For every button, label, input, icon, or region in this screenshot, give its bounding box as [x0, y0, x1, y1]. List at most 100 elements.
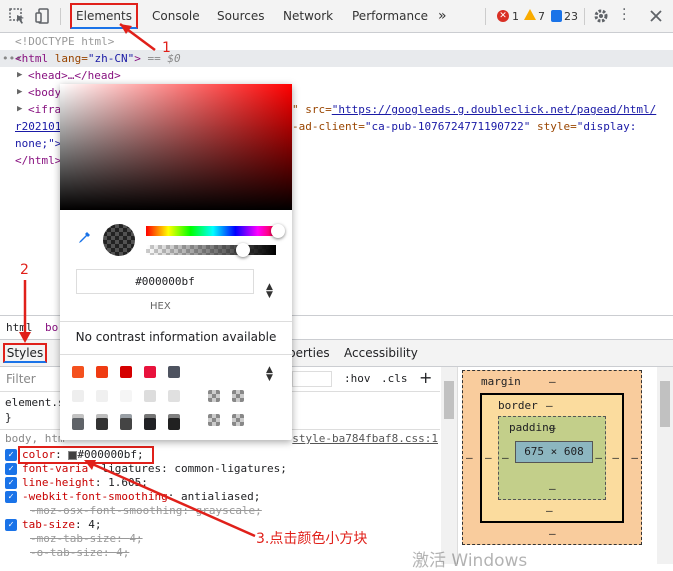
tab-console[interactable]: Console — [152, 0, 200, 33]
expand-triangle-icon[interactable]: ▶ — [17, 84, 22, 101]
scrollbar-thumb[interactable] — [660, 381, 670, 427]
more-tabs-button[interactable]: » — [438, 0, 447, 33]
body-node[interactable]: <body — [28, 84, 61, 101]
overridden-declaration[interactable]: -moz-tab-size: 4; — [30, 532, 143, 546]
expand-triangle-icon[interactable]: ▶ — [17, 101, 22, 118]
attr-ad-client: -ad-client= — [292, 120, 365, 133]
element-style-selector[interactable]: element.s — [5, 396, 65, 410]
rule-checkbox[interactable]: ✓ — [5, 491, 17, 503]
palette-swatch[interactable] — [120, 418, 132, 430]
palette-swatch-transparent[interactable] — [208, 414, 220, 426]
palette-swatch-transparent[interactable] — [232, 414, 244, 426]
palette-swatch[interactable] — [120, 366, 132, 378]
close-icon[interactable] — [647, 7, 665, 25]
declaration[interactable]: -webkit-font-smoothing: antialiased; — [22, 490, 260, 504]
alpha-slider-handle[interactable] — [236, 243, 250, 257]
annotation-3: 3.点击颜色小方块 — [256, 531, 368, 547]
tab-elements[interactable]: Elements — [70, 3, 138, 29]
palette-swatch[interactable] — [144, 390, 156, 402]
rule-checkbox[interactable]: ✓ — [5, 463, 17, 475]
tab-properties[interactable]: perties — [288, 346, 330, 360]
palette-swatch[interactable] — [72, 418, 84, 430]
settings-gear-icon[interactable] — [592, 7, 610, 25]
devtools-toolbar: Elements Console Sources Network Perform… — [0, 0, 673, 33]
prop-value[interactable]: #000000bf; — [77, 448, 143, 461]
saturation-area[interactable] — [60, 84, 292, 210]
rule-checkbox[interactable]: ✓ — [5, 449, 17, 461]
prop-name: -moz-tab-size — [30, 532, 117, 545]
rule-checkbox[interactable]: ✓ — [5, 477, 17, 489]
filter-box[interactable] — [292, 371, 332, 387]
body-rule-selector[interactable]: body, htm — [5, 432, 65, 446]
styles-scrollbar[interactable] — [441, 367, 457, 564]
overridden-declaration[interactable]: -o-tab-size: 4; — [30, 546, 129, 560]
inspect-element-icon[interactable] — [8, 7, 26, 25]
rule-checkbox[interactable]: ✓ — [5, 519, 17, 531]
filter-input[interactable]: Filter — [6, 372, 36, 386]
tab-sources[interactable]: Sources — [217, 0, 264, 33]
padding-top: – — [549, 421, 556, 434]
palette-swatch[interactable] — [144, 366, 156, 378]
iframe-attrs: -ad-client="ca-pub-1076724771190722" sty… — [292, 118, 636, 135]
declaration[interactable]: line-height: 1.605; — [22, 476, 148, 490]
palette-swatch[interactable] — [96, 366, 108, 378]
tab-network[interactable]: Network — [283, 0, 333, 33]
palette-swatch[interactable] — [96, 390, 108, 402]
add-rule-button[interactable]: + — [419, 368, 432, 387]
breadcrumb-html[interactable]: html — [6, 321, 33, 334]
scrollbar-thumb[interactable] — [444, 381, 454, 419]
stylesheet-link[interactable]: style-ba784fbaf8.css:1 — [292, 432, 438, 446]
eyedropper-icon[interactable] — [76, 230, 92, 246]
palette-toggle-icon[interactable]: ▲ ▼ — [266, 366, 273, 383]
more-options-icon[interactable]: · · · — [622, 3, 626, 27]
prop-value[interactable]: antialiased; — [181, 490, 260, 503]
palette-swatch[interactable] — [72, 390, 84, 402]
tab-performance[interactable]: Performance — [352, 0, 428, 33]
palette-swatch[interactable] — [168, 418, 180, 430]
palette-swatch[interactable] — [144, 418, 156, 430]
declaration[interactable]: font-varia ligatures: common-ligatures; — [22, 462, 287, 476]
boxmodel-scrollbar[interactable] — [657, 367, 673, 564]
declaration[interactable]: tab-size: 4; — [22, 518, 101, 532]
cls-button[interactable]: .cls — [381, 372, 408, 385]
html-close-node[interactable]: </html> — [15, 152, 61, 169]
error-count[interactable]: 1 — [512, 0, 519, 33]
palette-swatch-transparent[interactable] — [232, 390, 244, 402]
html-node[interactable]: <html lang="zh-CN"> == $0 — [15, 50, 181, 67]
iframe-src-link[interactable]: "https://googleads.g.doubleclick.net/pag… — [332, 103, 657, 116]
padding-box[interactable]: padding – – – – 675 × 608 — [498, 416, 606, 500]
palette-swatch[interactable] — [120, 390, 132, 402]
breadcrumb-body[interactable]: bo — [45, 321, 58, 334]
iframe-src[interactable]: " src="https://googleads.g.doubleclick.n… — [292, 101, 656, 118]
palette-swatch[interactable] — [168, 390, 180, 402]
hue-slider-handle[interactable] — [271, 224, 285, 238]
palette-swatch[interactable] — [168, 366, 180, 378]
iframe-src-link-cont[interactable]: r202101 — [15, 118, 61, 135]
palette-swatch[interactable] — [72, 366, 84, 378]
format-toggle-icon[interactable]: ▲ ▼ — [266, 283, 273, 300]
expand-triangle-icon[interactable]: ▶ — [17, 67, 22, 84]
color-declaration[interactable]: color: #000000bf; — [22, 448, 144, 462]
margin-box[interactable]: margin – – – – border – – – – padding – … — [462, 370, 642, 545]
issues-count[interactable]: 23 — [564, 0, 578, 33]
hue-slider[interactable] — [146, 226, 280, 236]
doctype-node[interactable]: <!DOCTYPE html> — [15, 33, 114, 50]
prop-value[interactable]: 1.605; — [108, 476, 148, 489]
tab-styles[interactable]: Styles — [3, 343, 47, 363]
content-box[interactable]: 675 × 608 — [515, 441, 593, 463]
iframe-node[interactable]: <ifra — [28, 101, 61, 118]
prop-value[interactable]: ligatures: common-ligatures; — [101, 462, 286, 475]
device-toolbar-icon[interactable] — [34, 7, 52, 25]
overridden-declaration[interactable]: -moz-osx-font-smoothing: grayscale; — [30, 504, 262, 518]
head-node[interactable]: <head>…</head> — [28, 67, 121, 84]
hov-button[interactable]: :hov — [344, 372, 371, 385]
hex-input[interactable]: #000000bf — [76, 269, 254, 294]
palette-swatch-transparent[interactable] — [208, 390, 220, 402]
margin-top: – — [549, 375, 556, 388]
palette-swatch[interactable] — [96, 418, 108, 430]
warning-count[interactable]: 7 — [538, 0, 545, 33]
alpha-slider[interactable] — [146, 245, 276, 255]
prop-value[interactable]: 4; — [88, 518, 101, 531]
tab-accessibility[interactable]: Accessibility — [344, 346, 418, 360]
border-box[interactable]: border – – – – padding – – – – 675 × 608 — [480, 393, 624, 523]
